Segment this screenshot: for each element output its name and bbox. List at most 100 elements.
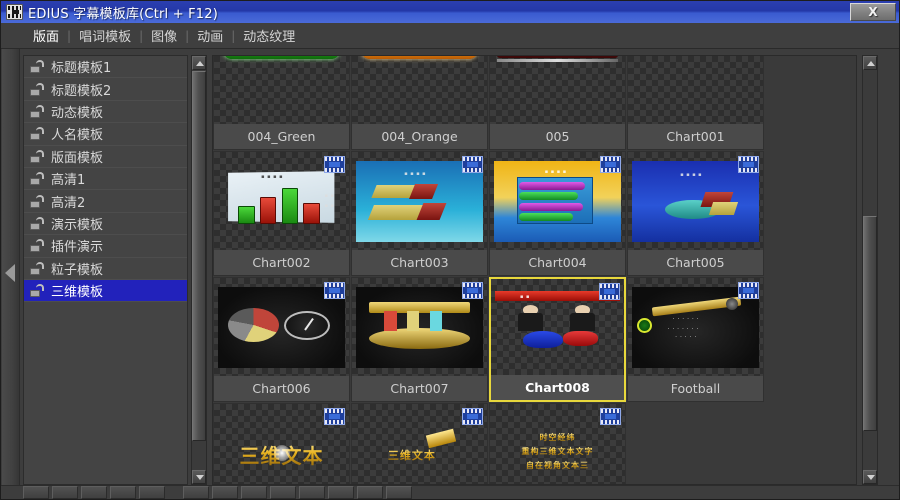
left-panel-strip bbox=[2, 49, 20, 499]
sidebar-item-2[interactable]: 动态模板 bbox=[24, 101, 187, 124]
grid-row: Chart006 Chart007 ▪ ▪ Chart008 · · · · · · · … bbox=[213, 277, 856, 403]
toolbar-button-0[interactable] bbox=[23, 486, 49, 499]
template-thumbnail: ▪ ▪ bbox=[491, 279, 624, 376]
toolbar-button-6[interactable] bbox=[212, 486, 238, 499]
thumbnail-artwork: ▪ ▪ ▪ ▪ bbox=[632, 161, 759, 242]
grid-scrollbar[interactable] bbox=[862, 55, 878, 485]
toolbar-button-11[interactable] bbox=[357, 486, 383, 499]
template-item-005[interactable]: · · · · · 005 bbox=[489, 56, 626, 150]
film-strip-icon bbox=[462, 408, 483, 425]
toolbar-button-4[interactable] bbox=[139, 486, 165, 499]
toolbar-button-3[interactable] bbox=[110, 486, 136, 499]
template-item-3d-text-line[interactable]: 时空经纬重构三维文本文字自在视角文本三3D Text_Line bbox=[489, 403, 626, 484]
template-label: Chart006 bbox=[214, 376, 349, 401]
template-thumbnail: ▪ ▪ ▪ ▪ ▪ ▪ ▪ ▪ bbox=[214, 152, 349, 251]
template-label: Chart008 bbox=[491, 375, 624, 400]
template-label: Chart003 bbox=[352, 250, 487, 275]
toolbar-button-10[interactable] bbox=[328, 486, 354, 499]
sidebar-item-label: 演示模板 bbox=[51, 217, 104, 233]
toolbar-button-8[interactable] bbox=[270, 486, 296, 499]
unlocked-padlock-icon bbox=[30, 216, 45, 230]
scroll-down-arrow-icon[interactable] bbox=[192, 470, 206, 484]
template-item-chart003[interactable]: ▪ ▪ ▪ ▪ Chart003 bbox=[351, 151, 488, 276]
tab-tuxiang[interactable]: 图像 bbox=[145, 25, 183, 46]
film-strip-icon bbox=[324, 408, 345, 425]
thumbnail-artwork bbox=[632, 56, 759, 116]
template-item-3d-text-char[interactable]: 三维文本3D Text_Char bbox=[351, 403, 488, 484]
tab-bar: 版面 | 唱词模板 | 图像 | 动画 | 动态纹理 bbox=[1, 23, 899, 49]
window-title: EDIUS 字幕模板库(Ctrl + F12) bbox=[28, 6, 219, 22]
template-thumbnail: ▪ ▪ ▪ ▪ bbox=[628, 152, 763, 251]
grid-row: 华人新闻 004_Green 三大宣页 004_Orange · · · · · 005C… bbox=[213, 56, 856, 151]
sidebar-scrollbar-thumb[interactable] bbox=[192, 71, 206, 441]
template-item-chart002[interactable]: ▪ ▪ ▪ ▪ ▪ ▪ ▪ ▪ Chart002 bbox=[213, 151, 350, 276]
sidebar-item-7[interactable]: 演示模板 bbox=[24, 213, 187, 236]
template-item-004-green[interactable]: 华人新闻 004_Green bbox=[213, 56, 350, 150]
toolbar-button-12[interactable] bbox=[386, 486, 412, 499]
template-item-chart005[interactable]: ▪ ▪ ▪ ▪ Chart005 bbox=[627, 151, 764, 276]
category-sidebar: 标题模板1 标题模板2 动态模板人名模板 版面模板高清1 高清2 演示模板插件演示粒子模板… bbox=[23, 55, 188, 485]
sidebar-item-5[interactable]: 高清1 bbox=[24, 168, 187, 191]
grid-row: 三维文本3D Text三维文本3D Text_Char时空经纬重构三维文本文字自… bbox=[213, 403, 856, 484]
sidebar-item-label: 高清1 bbox=[51, 173, 86, 189]
sidebar-item-label: 插件演示 bbox=[51, 240, 104, 256]
unlocked-padlock-icon bbox=[30, 194, 45, 208]
template-thumbnail: 三维文本 bbox=[352, 404, 487, 484]
sidebar-item-9[interactable]: 粒子模板 bbox=[24, 258, 187, 280]
template-item-chart001[interactable]: Chart001 bbox=[627, 56, 764, 150]
sidebar-item-1[interactable]: 标题模板2 bbox=[24, 78, 187, 101]
toolbar-button-9[interactable] bbox=[299, 486, 325, 499]
tab-changcimuban[interactable]: 唱词模板 bbox=[73, 25, 137, 46]
template-thumbnail: 三大宣页 bbox=[352, 56, 487, 125]
collapse-left-arrow-icon[interactable] bbox=[5, 264, 15, 282]
tab-separator: | bbox=[139, 28, 144, 43]
unlocked-padlock-icon bbox=[30, 149, 45, 163]
sidebar-item-10[interactable]: 三维模板 bbox=[24, 279, 187, 303]
thumbnail-artwork bbox=[356, 287, 483, 368]
template-thumbnail: 时空经纬 重构三维文本文字 自在视角文本三 bbox=[490, 404, 625, 484]
film-strip-icon bbox=[599, 283, 620, 300]
tab-banmian[interactable]: 版面 bbox=[27, 25, 65, 46]
template-label: 005 bbox=[490, 124, 625, 149]
unlocked-padlock-icon bbox=[30, 104, 45, 118]
grid-scrollbar-thumb[interactable] bbox=[863, 216, 877, 431]
template-item-3d-text[interactable]: 三维文本3D Text bbox=[213, 403, 350, 484]
thumbnail-artwork bbox=[218, 287, 345, 368]
scroll-up-arrow-icon[interactable] bbox=[192, 56, 206, 70]
template-item-football[interactable]: · · · · · · · · · · · · · · · · · · Footbal… bbox=[627, 277, 764, 402]
template-item-chart008[interactable]: ▪ ▪ Chart008 bbox=[489, 277, 626, 402]
template-label: 004_Orange bbox=[352, 124, 487, 149]
grid-row: ▪ ▪ ▪ ▪ ▪ ▪ ▪ ▪ Chart002 ▪ ▪ ▪ ▪ Chart003 ▪ ▪ … bbox=[213, 151, 856, 277]
thumbnail-artwork: ▪ ▪ ▪ ▪ bbox=[356, 161, 483, 242]
template-item-chart006[interactable]: Chart006 bbox=[213, 277, 350, 402]
template-thumbnail: 三维文本 bbox=[214, 404, 349, 484]
template-item-004-orange[interactable]: 三大宣页 004_Orange bbox=[351, 56, 488, 150]
title-bar: EDIUS 字幕模板库(Ctrl + F12) X bbox=[1, 1, 899, 23]
sidebar-scrollbar[interactable] bbox=[191, 55, 207, 485]
template-label: 004_Green bbox=[214, 124, 349, 149]
film-strip-icon bbox=[324, 282, 345, 299]
sidebar-item-8[interactable]: 插件演示 bbox=[24, 235, 187, 258]
sidebar-item-4[interactable]: 版面模板 bbox=[24, 146, 187, 168]
tab-donghua[interactable]: 动画 bbox=[191, 25, 229, 46]
template-item-chart004[interactable]: ▪ ▪ ▪ ▪ Chart004 bbox=[489, 151, 626, 276]
sidebar-item-3[interactable]: 人名模板 bbox=[24, 123, 187, 146]
sidebar-item-label: 动态模板 bbox=[51, 105, 104, 121]
toolbar-button-1[interactable] bbox=[52, 486, 78, 499]
sidebar-item-label: 标题模板1 bbox=[51, 61, 112, 77]
sidebar-item-6[interactable]: 高清2 bbox=[24, 190, 187, 213]
template-thumbnail bbox=[352, 278, 487, 377]
film-strip-icon bbox=[462, 156, 483, 173]
close-button[interactable]: X bbox=[850, 3, 896, 21]
template-item-chart007[interactable]: Chart007 bbox=[351, 277, 488, 402]
toolbar-button-7[interactable] bbox=[241, 486, 267, 499]
toolbar-button-2[interactable] bbox=[81, 486, 107, 499]
tab-separator: | bbox=[231, 28, 236, 43]
toolbar-button-5[interactable] bbox=[183, 486, 209, 499]
scroll-up-arrow-icon[interactable] bbox=[863, 56, 877, 70]
scroll-down-arrow-icon[interactable] bbox=[863, 470, 877, 484]
tab-dongtaiwenli[interactable]: 动态纹理 bbox=[237, 25, 301, 46]
sidebar-item-0[interactable]: 标题模板1 bbox=[24, 56, 187, 79]
template-label: Football bbox=[628, 376, 763, 401]
template-thumbnail: 华人新闻 bbox=[214, 56, 349, 125]
